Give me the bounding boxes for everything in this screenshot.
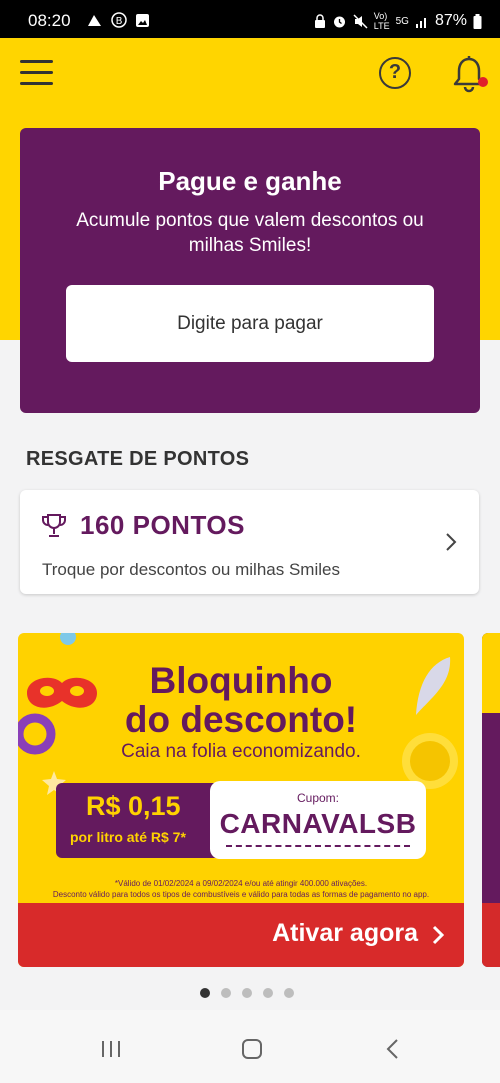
banner-disclaimer: *Válido de 01/02/2024 a 09/02/2024 e/ou … bbox=[18, 878, 464, 900]
help-circle-icon[interactable]: ? bbox=[379, 57, 411, 89]
svg-text:B: B bbox=[116, 16, 123, 27]
lock-icon bbox=[314, 13, 325, 28]
status-time: 08:20 bbox=[28, 11, 71, 30]
battery-percent: 87% bbox=[434, 12, 467, 29]
volte-icon: Vo) LTE bbox=[373, 11, 390, 31]
carousel-dot[interactable] bbox=[284, 988, 294, 998]
next-banner-peek[interactable] bbox=[482, 633, 500, 967]
app-notification-icon bbox=[88, 14, 101, 26]
mute-icon bbox=[353, 13, 368, 29]
system-icons: Vo) LTE 5G 87% bbox=[314, 11, 482, 31]
coupon-code: CARNAVALSB bbox=[219, 808, 417, 839]
alarm-icon bbox=[333, 16, 345, 27]
disclaimer-line1: *Válido de 01/02/2024 a 09/02/2024 e/ou … bbox=[114, 879, 368, 888]
b-badge-icon: B bbox=[111, 12, 127, 28]
disclaimer-line2: Desconto válido para todos os tipos de c… bbox=[52, 890, 430, 899]
pay-and-earn-card: Pague e ganhe Acumule pontos que valem d… bbox=[20, 128, 480, 413]
carousel-dot[interactable] bbox=[242, 988, 252, 998]
banner-title: Bloquinho do desconto! bbox=[18, 661, 464, 739]
hamburger-menu-icon[interactable] bbox=[20, 60, 53, 87]
carousel-indicator bbox=[200, 988, 294, 998]
promo-banner[interactable]: Bloquinho do desconto! Caia na folia eco… bbox=[18, 633, 464, 967]
pay-amount-input[interactable]: Digite para pagar bbox=[66, 285, 434, 362]
activate-now-button[interactable]: Ativar agora bbox=[18, 903, 464, 967]
home-icon[interactable] bbox=[240, 1038, 264, 1060]
pay-card-subtitle: Acumule pontos que valem descontos ou mi… bbox=[76, 210, 424, 256]
confetti-ball-icon bbox=[60, 633, 76, 645]
chevron-right-icon bbox=[432, 925, 444, 945]
system-navigation-bar bbox=[0, 1010, 500, 1083]
notification-icons: B bbox=[86, 12, 150, 28]
cta-label: Ativar agora bbox=[272, 919, 418, 947]
banner-title-line2: do desconto! bbox=[124, 699, 358, 740]
back-icon[interactable] bbox=[384, 1038, 400, 1060]
points-card[interactable]: 160 PONTOS Troque por descontos ou milha… bbox=[20, 490, 479, 594]
image-icon bbox=[136, 13, 149, 27]
coupon-underline bbox=[226, 845, 410, 847]
pay-card-title: Pague e ganhe bbox=[158, 166, 342, 196]
carousel-dot[interactable] bbox=[200, 988, 210, 998]
points-description: Troque por descontos ou milhas Smiles bbox=[42, 560, 340, 579]
notification-badge bbox=[478, 77, 488, 87]
price-value: R$ 0,15 bbox=[86, 791, 181, 821]
banner-title-line1: Bloquinho bbox=[149, 660, 333, 701]
rewards-section-title: RESGATE DE PONTOS bbox=[26, 448, 250, 470]
chevron-right-icon bbox=[446, 533, 457, 551]
trophy-icon bbox=[42, 514, 66, 537]
battery-icon bbox=[473, 13, 482, 29]
network-type: 5G bbox=[395, 15, 409, 27]
price-detail: por litro até R$ 7* bbox=[70, 829, 186, 845]
carousel-dot[interactable] bbox=[221, 988, 231, 998]
signal-icon bbox=[415, 18, 426, 28]
recent-apps-icon[interactable] bbox=[100, 1038, 122, 1060]
coupon-box: Cupom: CARNAVALSB bbox=[210, 781, 426, 859]
bell-icon[interactable] bbox=[452, 55, 486, 93]
status-bar: 08:20 B Vo) LTE 5G 87% bbox=[0, 0, 500, 38]
points-balance: 160 PONTOS bbox=[80, 510, 245, 540]
carousel-dot[interactable] bbox=[263, 988, 273, 998]
coupon-label: Cupom: bbox=[296, 791, 340, 805]
banner-subtitle: Caia na folia economizando. bbox=[121, 741, 361, 762]
